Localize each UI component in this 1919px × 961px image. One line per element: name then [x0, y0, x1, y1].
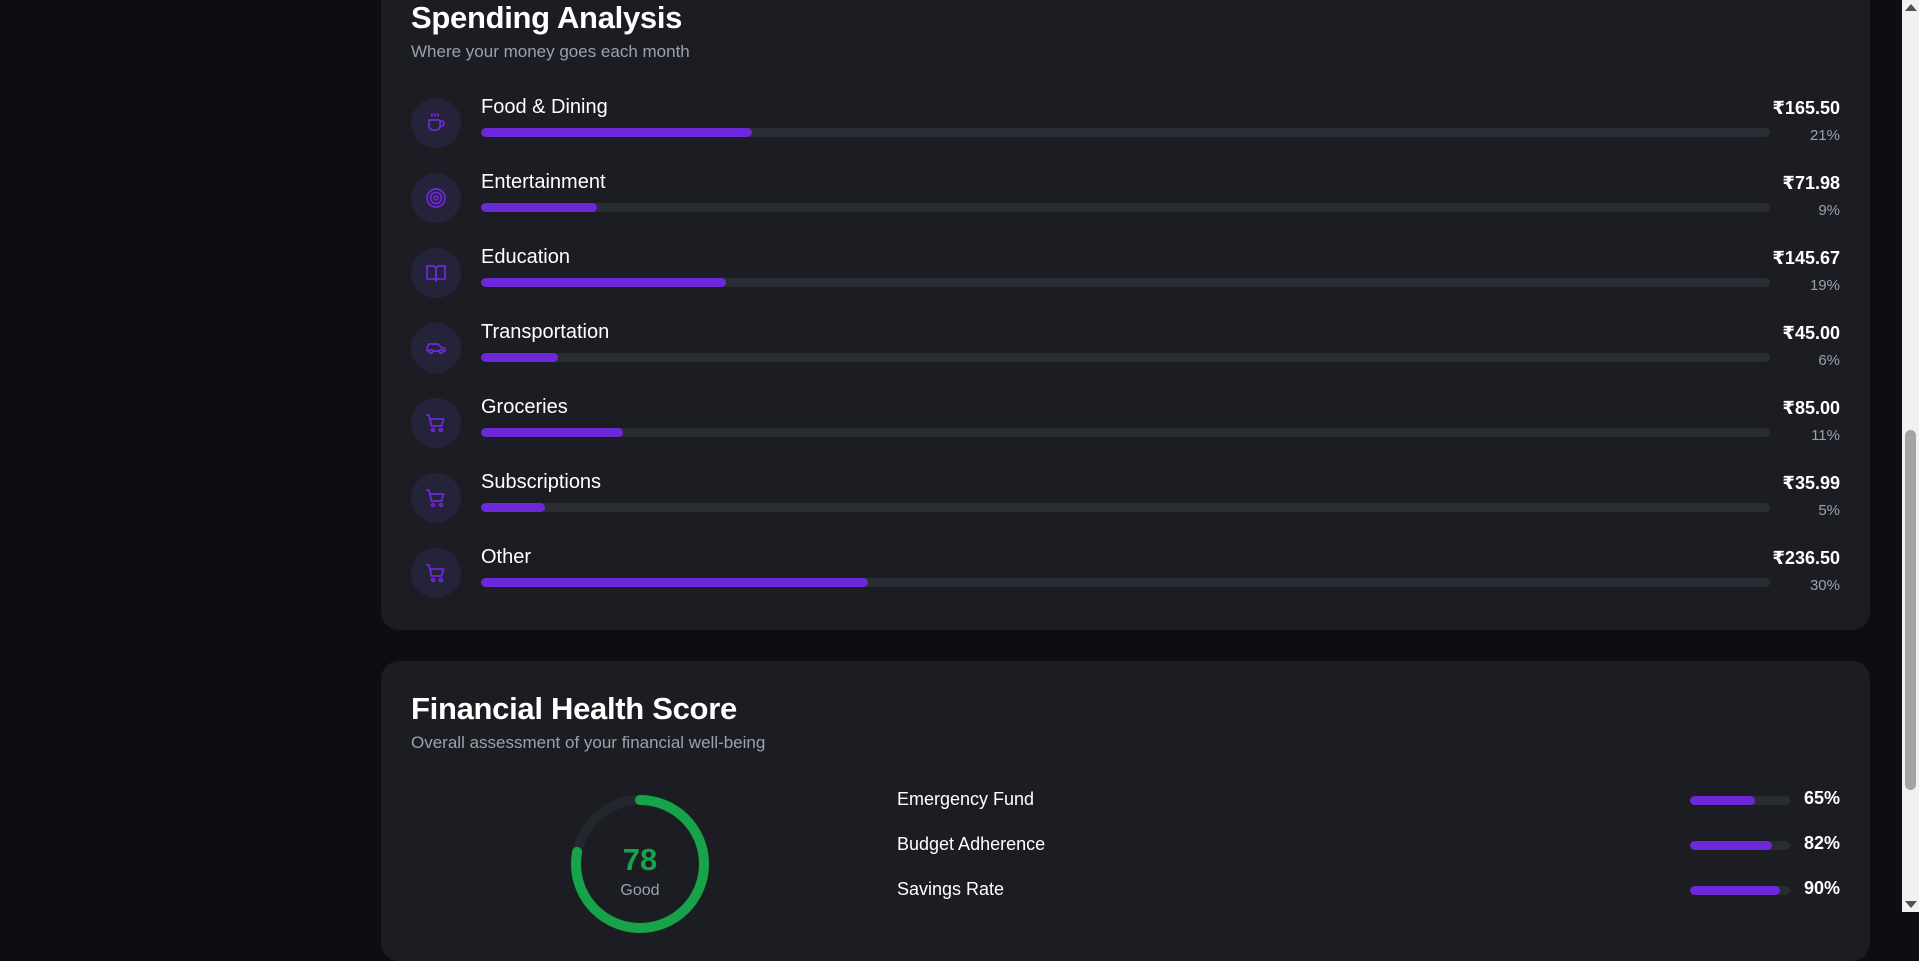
category-amount: ₹71.98 [1782, 173, 1840, 193]
metric-row-emergency-fund: Emergency Fund 65% [897, 787, 1840, 817]
metric-progress-fill [1690, 841, 1772, 850]
category-row-transportation: Transportation ₹45.00 6% [411, 321, 1840, 383]
target-icon [411, 173, 461, 223]
metric-value: 90% [1803, 878, 1840, 898]
health-score-value: 78 [622, 842, 658, 877]
metric-progress-fill [1690, 796, 1755, 805]
category-name: Subscriptions [481, 471, 602, 493]
category-name: Education [481, 246, 570, 268]
scrollbar-thumb[interactable] [1905, 430, 1916, 790]
category-amount: ₹145.67 [1772, 248, 1840, 268]
category-progress-bar [481, 503, 1770, 512]
category-progress-bar [481, 578, 1770, 587]
category-progress-fill [481, 578, 868, 587]
scroll-up-arrow-icon[interactable] [1905, 4, 1917, 11]
category-amount: ₹165.50 [1772, 98, 1840, 118]
spending-analysis-subtitle: Where your money goes each month [411, 42, 690, 61]
category-progress-bar [481, 428, 1770, 437]
category-progress-bar [481, 203, 1770, 212]
coffee-cup-icon [411, 98, 461, 148]
category-row-food-dining: Food & Dining ₹165.50 21% [411, 96, 1840, 158]
category-amount: ₹35.99 [1782, 473, 1840, 493]
scroll-down-arrow-icon[interactable] [1905, 901, 1917, 908]
metric-name: Savings Rate [897, 879, 1005, 899]
metric-progress-bar [1690, 841, 1790, 850]
category-progress-fill [481, 353, 559, 362]
category-amount: ₹85.00 [1782, 398, 1840, 418]
spending-analysis-title: Spending Analysis [411, 0, 683, 35]
category-progress-bar [481, 278, 1770, 287]
spending-analysis-card: Spending Analysis Where your money goes … [381, 0, 1870, 630]
metric-progress-bar [1690, 796, 1790, 805]
metric-value: 82% [1803, 833, 1840, 853]
category-row-education: Education ₹145.67 19% [411, 246, 1840, 308]
financial-health-title: Financial Health Score [411, 691, 737, 726]
category-progress-fill [481, 428, 623, 437]
category-amount: ₹236.50 [1772, 548, 1840, 568]
metric-name: Emergency Fund [897, 789, 1035, 809]
shopping-cart-icon [411, 473, 461, 523]
open-book-icon [411, 248, 461, 298]
category-row-entertainment: Entertainment ₹71.98 9% [411, 171, 1840, 233]
financial-health-card: Financial Health Score Overall assessmen… [381, 661, 1870, 961]
category-row-groceries: Groceries ₹85.00 11% [411, 396, 1840, 458]
category-name: Entertainment [481, 171, 606, 193]
category-row-subscriptions: Subscriptions ₹35.99 5% [411, 471, 1840, 533]
financial-health-subtitle: Overall assessment of your financial wel… [411, 733, 766, 752]
category-progress-fill [481, 203, 597, 212]
shopping-cart-icon [411, 398, 461, 448]
category-progress-fill [481, 128, 752, 137]
category-name: Other [481, 546, 532, 568]
category-percent: 9% [1818, 202, 1840, 219]
category-percent: 6% [1818, 352, 1840, 369]
metric-name: Budget Adherence [897, 834, 1046, 854]
category-percent: 5% [1818, 502, 1840, 519]
category-amount: ₹45.00 [1782, 323, 1840, 343]
category-percent: 30% [1809, 577, 1840, 594]
shopping-cart-icon [411, 548, 461, 598]
category-row-other: Other ₹236.50 30% [411, 546, 1840, 608]
category-percent: 19% [1809, 277, 1840, 294]
category-progress-fill [481, 278, 726, 287]
health-score-rating: Good [620, 882, 660, 899]
health-score-gauge: 78 Good [565, 789, 715, 939]
category-percent: 11% [1811, 427, 1840, 444]
metric-row-savings-rate: Savings Rate 90% [897, 877, 1840, 907]
category-progress-fill [481, 503, 546, 512]
category-progress-bar [481, 353, 1770, 362]
category-name: Transportation [481, 321, 610, 343]
metric-progress-bar [1690, 886, 1790, 895]
car-icon [411, 323, 461, 373]
metric-progress-fill [1690, 886, 1780, 895]
metric-value: 65% [1803, 788, 1840, 808]
metric-row-budget-adherence: Budget Adherence 82% [897, 832, 1840, 862]
category-name: Food & Dining [481, 96, 608, 118]
category-percent: 21% [1809, 127, 1840, 144]
category-name: Groceries [481, 396, 568, 418]
category-progress-bar [481, 128, 1770, 137]
vertical-scrollbar[interactable] [1902, 0, 1919, 912]
